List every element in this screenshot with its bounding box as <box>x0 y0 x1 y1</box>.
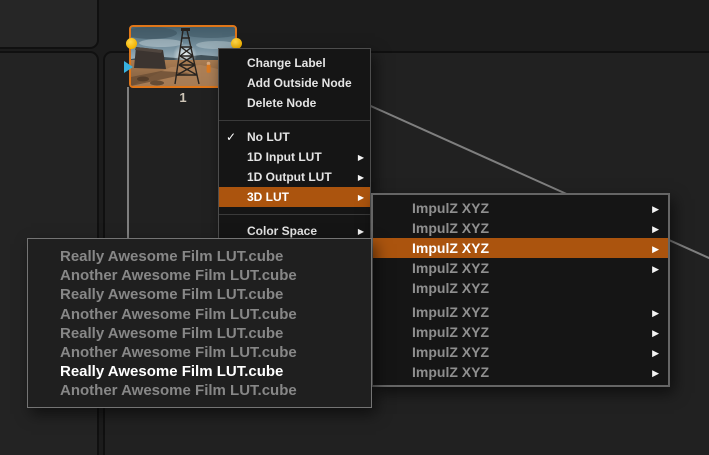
menu-separator <box>219 113 370 127</box>
menu-item-label: Really Awesome Film LUT.cube <box>60 363 283 380</box>
menu-item-label: ImpulZ XYZ <box>412 280 489 296</box>
menu-item-label: Another Awesome Film LUT.cube <box>60 382 297 399</box>
menu-item-label: ImpulZ XYZ <box>412 220 489 236</box>
submenu-arrow-icon: ▶ <box>652 259 659 278</box>
menu-item-really-awesome-film-lut-cube-5[interactable]: Really Awesome Film LUT.cube <box>28 324 371 343</box>
menu-item-really-awesome-film-lut-cube-7[interactable]: Really Awesome Film LUT.cube <box>28 362 371 381</box>
menu-item-label: Add Outside Node <box>247 76 352 90</box>
menu-item-label: ImpulZ XYZ <box>412 200 489 216</box>
menu-item-impulz-xyz-10[interactable]: ImpulZ XYZ ▶ <box>373 362 668 382</box>
menu-item-label: Really Awesome Film LUT.cube <box>60 286 283 303</box>
menu-item-label: 1D Output LUT <box>247 170 332 184</box>
menu-item-impulz-xyz-1[interactable]: ImpulZ XYZ ▶ <box>373 198 668 218</box>
menu-item-add-outside-node-2[interactable]: Add Outside Node <box>219 73 370 93</box>
submenu-arrow-icon: ▶ <box>652 343 659 362</box>
submenu-arrow-icon: ▶ <box>652 199 659 218</box>
menu-item-label: Change Label <box>247 56 326 70</box>
lut-pack-submenu: ImpulZ XYZ▶ImpulZ XYZ▶ImpulZ XYZ▶ImpulZ … <box>371 193 670 387</box>
menu-item-label: 1D Input LUT <box>247 150 322 164</box>
menu-item-1d-input-lut-6[interactable]: 1D Input LUT ▶ <box>219 147 370 167</box>
menu-item-impulz-xyz-5[interactable]: ImpulZ XYZ <box>373 278 668 298</box>
menu-item-label: Another Awesome Film LUT.cube <box>60 306 297 323</box>
menu-item-another-awesome-film-lut-cube-2[interactable]: Another Awesome Film LUT.cube <box>28 266 371 285</box>
menu-item-label: Really Awesome Film LUT.cube <box>60 325 283 342</box>
menu-item-really-awesome-film-lut-cube-1[interactable]: Really Awesome Film LUT.cube <box>28 247 371 266</box>
menu-item-impulz-xyz-3[interactable]: ImpulZ XYZ ▶ <box>373 238 668 258</box>
menu-separator <box>219 207 370 221</box>
submenu-arrow-icon: ▶ <box>358 148 364 167</box>
menu-item-3d-lut-8[interactable]: 3D LUT ▶ <box>219 187 370 207</box>
node-graph-canvas: 1 Change LabelAdd Outside NodeDelete Nod… <box>0 0 709 455</box>
menu-item-impulz-xyz-4[interactable]: ImpulZ XYZ ▶ <box>373 258 668 278</box>
menu-item-change-label-1[interactable]: Change Label <box>219 53 370 73</box>
submenu-arrow-icon: ▶ <box>652 219 659 238</box>
submenu-arrow-icon: ▶ <box>652 239 659 258</box>
graph-background-panel <box>0 0 99 49</box>
check-icon: ✓ <box>226 127 236 147</box>
menu-item-impulz-xyz-2[interactable]: ImpulZ XYZ ▶ <box>373 218 668 238</box>
menu-item-label: No LUT <box>247 130 290 144</box>
menu-item-delete-node-3[interactable]: Delete Node <box>219 93 370 113</box>
menu-item-impulz-xyz-9[interactable]: ImpulZ XYZ ▶ <box>373 342 668 362</box>
menu-item-no-lut-5[interactable]: ✓ No LUT <box>219 127 370 147</box>
submenu-arrow-icon: ▶ <box>358 168 364 187</box>
submenu-arrow-icon: ▶ <box>652 303 659 322</box>
menu-item-another-awesome-film-lut-cube-8[interactable]: Another Awesome Film LUT.cube <box>28 381 371 400</box>
menu-item-impulz-xyz-7[interactable]: ImpulZ XYZ ▶ <box>373 302 668 322</box>
menu-item-label: ImpulZ XYZ <box>412 260 489 276</box>
menu-item-label: 3D LUT <box>247 190 289 204</box>
submenu-arrow-icon: ▶ <box>652 363 659 382</box>
menu-item-label: ImpulZ XYZ <box>412 304 489 320</box>
menu-item-label: Color Space <box>247 224 317 238</box>
menu-item-another-awesome-film-lut-cube-4[interactable]: Another Awesome Film LUT.cube <box>28 305 371 324</box>
menu-item-label: ImpulZ XYZ <box>412 364 489 380</box>
menu-item-label: Another Awesome Film LUT.cube <box>60 344 297 361</box>
menu-item-1d-output-lut-7[interactable]: 1D Output LUT ▶ <box>219 167 370 187</box>
menu-item-another-awesome-film-lut-cube-6[interactable]: Another Awesome Film LUT.cube <box>28 343 371 362</box>
menu-item-label: Really Awesome Film LUT.cube <box>60 248 283 265</box>
menu-item-really-awesome-film-lut-cube-3[interactable]: Really Awesome Film LUT.cube <box>28 285 371 304</box>
menu-item-label: Delete Node <box>247 96 316 110</box>
menu-item-label: ImpulZ XYZ <box>412 240 489 256</box>
node-input-arrow-icon <box>124 61 133 73</box>
submenu-arrow-icon: ▶ <box>358 188 364 207</box>
menu-item-label: Another Awesome Film LUT.cube <box>60 267 297 284</box>
submenu-arrow-icon: ▶ <box>652 323 659 342</box>
menu-item-impulz-xyz-8[interactable]: ImpulZ XYZ ▶ <box>373 322 668 342</box>
menu-item-label: ImpulZ XYZ <box>412 324 489 340</box>
node-context-menu: Change Label Add Outside Node Delete Node ✓… <box>218 48 371 250</box>
node-connection-line <box>127 87 129 239</box>
menu-item-label: ImpulZ XYZ <box>412 344 489 360</box>
lut-file-submenu: Really Awesome Film LUT.cube Another Awes… <box>27 238 372 408</box>
node-connector-dot-left[interactable] <box>126 38 137 49</box>
